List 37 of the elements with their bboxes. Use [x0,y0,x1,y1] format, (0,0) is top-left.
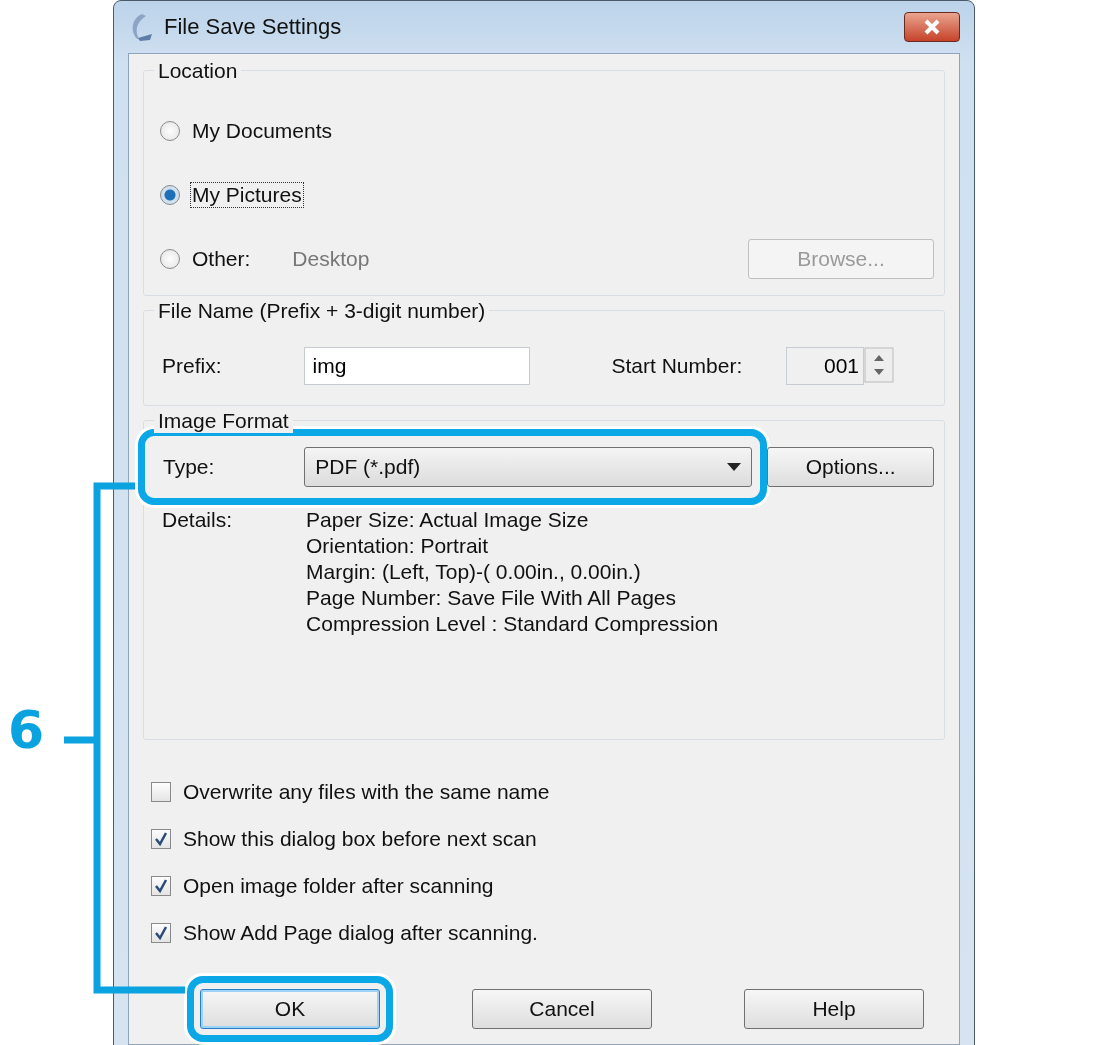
field-label: Start Number: [610,353,744,379]
checkbox-label: Show this dialog box before next scan [182,825,538,852]
checkbox-label: Overwrite any files with the same name [182,778,551,805]
radio-label: My Documents [191,118,334,144]
start-number-field[interactable]: 001 [786,347,864,385]
checkbox[interactable] [151,781,171,802]
checkbox-label: Show Add Page dialog after scanning. [182,919,539,946]
dialog-button[interactable]: OK [200,989,380,1029]
radio-button[interactable] [160,185,180,205]
radio-button[interactable] [160,249,180,269]
dialog-button[interactable]: Help [744,989,924,1029]
checkbox-label: Open image folder after scanning [182,872,495,899]
radio-label: Other: [191,246,252,272]
dropdown-arrow-icon [727,463,742,471]
dialog-button[interactable]: Cancel [472,989,652,1029]
window-title: File Save Settings [164,14,342,40]
detail-line: Orientation: Portrait [306,533,490,559]
step-number: 6 [8,700,45,760]
close-button[interactable] [904,12,960,42]
checkbox[interactable] [151,828,171,849]
checkbox[interactable] [151,922,171,943]
field-label: Type: [162,454,216,480]
detail-line: Compression Level : Standard Compression [306,611,719,637]
details-label: Details: [161,507,234,533]
prefix-field[interactable]: img [303,347,530,385]
radio-button[interactable] [160,121,180,141]
radio-label: My Pictures [190,182,304,208]
options-button[interactable]: Options... [767,447,934,487]
detail-line: Margin: (Left, Top)-( 0.00in., 0.00in.) [306,559,642,585]
folder-value: Desktop [292,247,370,271]
field-label: Prefix: [161,353,223,379]
detail-line: Page Number: Save File With All Pages [306,585,678,611]
spin-arrows-icon [864,347,894,383]
checkbox[interactable] [151,875,171,896]
close-icon [923,19,941,35]
type-dropdown[interactable]: PDF (*.pdf) [304,447,753,487]
detail-line: Paper Size: Actual Image Size [306,507,590,533]
